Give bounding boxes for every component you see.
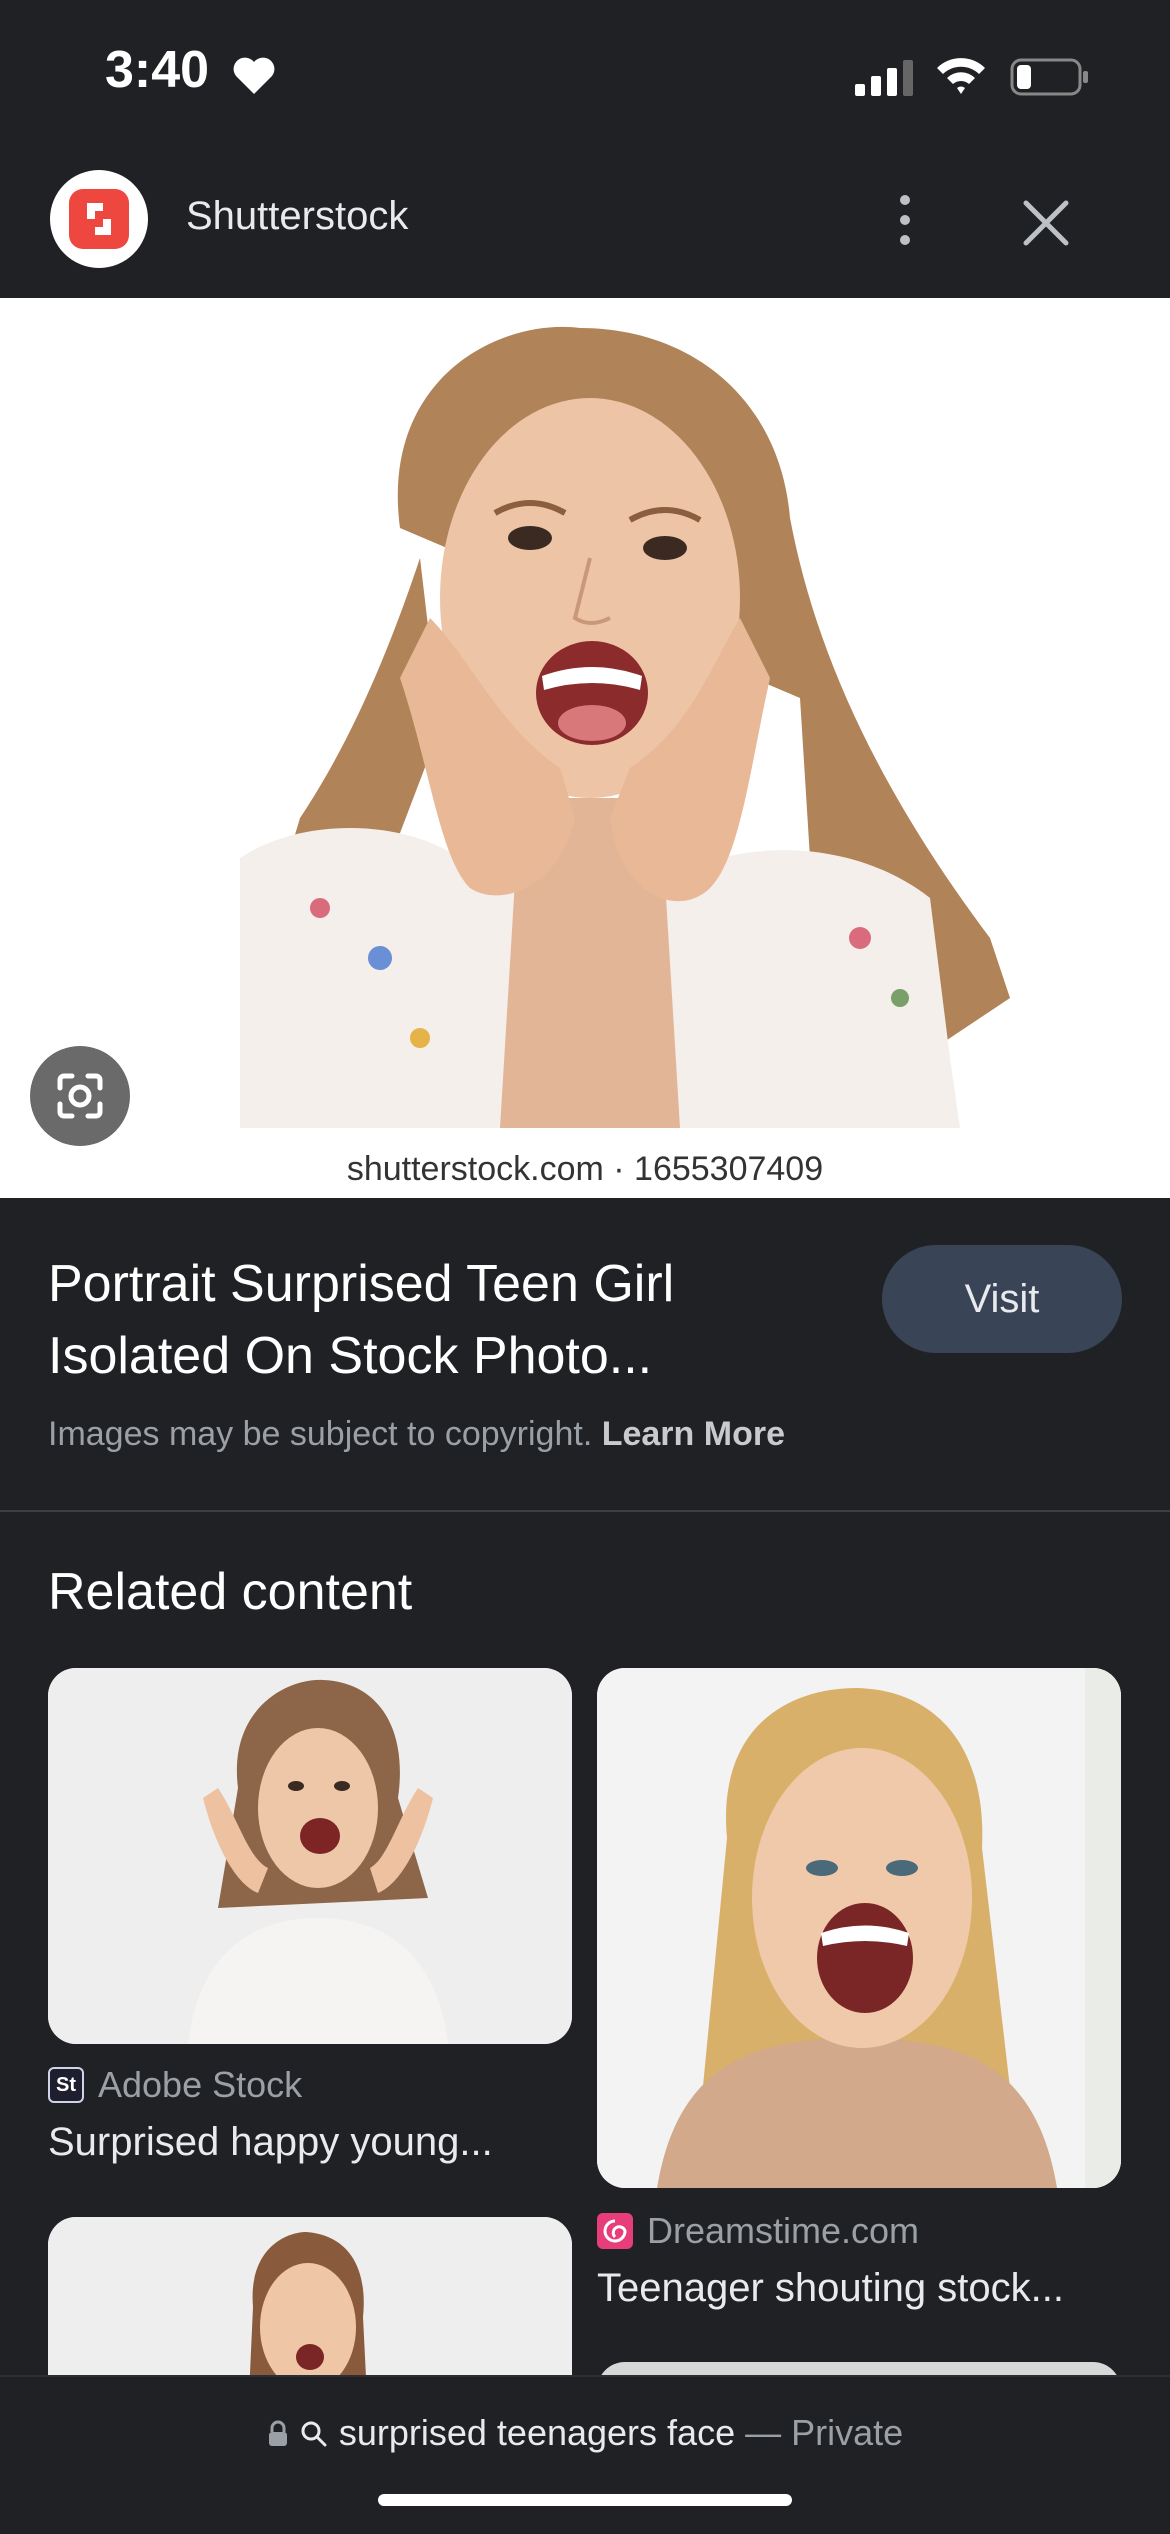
preview-image[interactable] [0,298,1170,1198]
battery-icon [1010,58,1088,96]
related-source-adobe: St Adobe Stock [48,2064,302,2106]
status-time: 3:40 [105,41,210,99]
related-title-dreamstime[interactable]: Teenager shouting stock... [597,2266,1064,2311]
visit-button[interactable]: Visit [882,1245,1122,1353]
learn-more-link[interactable]: Learn More [602,1415,785,1453]
more-options-icon[interactable] [880,190,930,250]
lens-icon [57,1073,103,1119]
related-image-dreamstime[interactable] [597,1668,1121,2188]
copyright-notice: Images may be subject to copyright. Lear… [48,1415,785,1453]
lens-search-button[interactable] [30,1046,130,1146]
adobe-stock-icon: St [48,2067,84,2103]
heart-icon [233,57,275,94]
related-image-adobe[interactable] [48,1668,572,2044]
address-bar-content[interactable]: surprised teenagers face — Private [0,2412,1170,2454]
lock-icon [268,2420,287,2446]
site-name[interactable]: Shutterstock [186,194,408,239]
shutterstock-logo [50,170,148,268]
cellular-signal-icon [855,60,913,96]
divider [0,1510,1170,1512]
related-source-dreamstime: Dreamstime.com [597,2210,919,2252]
address-bar[interactable] [0,2375,1170,2534]
search-icon [301,2421,327,2447]
wifi-icon [937,58,985,94]
image-watermark: shutterstock.com · 1655307409 [346,1150,824,1188]
related-content-heading: Related content [48,1563,413,1621]
image-title[interactable]: Portrait Surprised Teen Girl Isolated On… [48,1248,808,1392]
home-indicator[interactable] [378,2494,792,2506]
close-icon[interactable] [1016,193,1076,253]
dreamstime-icon [597,2213,633,2249]
related-title-adobe[interactable]: Surprised happy young... [48,2120,493,2165]
